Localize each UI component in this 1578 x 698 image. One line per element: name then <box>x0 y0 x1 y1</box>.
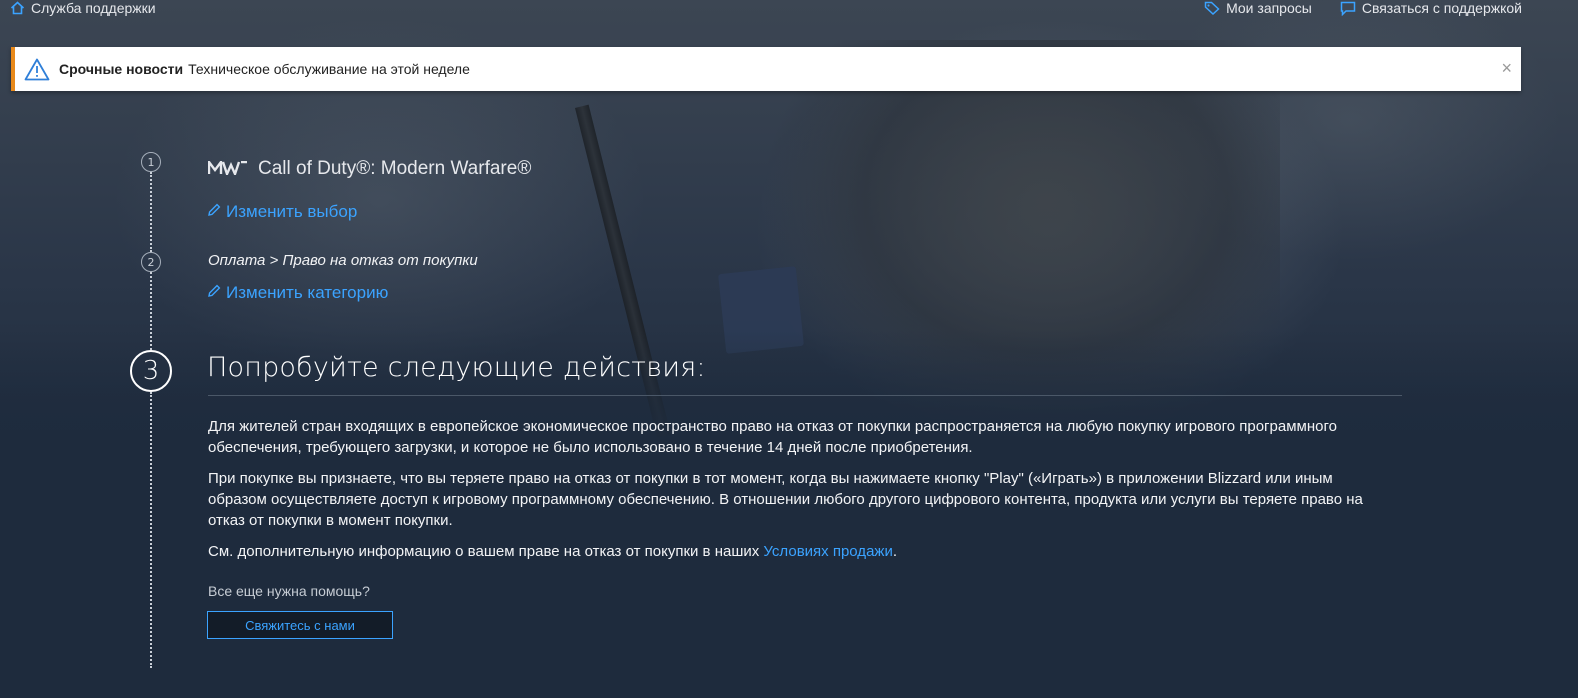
article-paragraph-2: При покупке вы признаете, что вы теряете… <box>208 470 1363 529</box>
game-title: Call of Duty®: Modern Warfare® <box>258 158 532 179</box>
paragraph-3-prefix: См. дополнительную информацию о вашем пр… <box>208 543 764 560</box>
change-selection-label: Изменить выбор <box>226 202 358 221</box>
step-1-number: 1 <box>141 152 161 172</box>
chat-icon <box>1340 1 1356 16</box>
pencil-icon <box>207 283 221 303</box>
category-breadcrumb: Оплата > Право на отказ от покупки <box>208 252 478 269</box>
selected-game: Call of Duty®: Modern Warfare® <box>207 157 532 180</box>
alert-message: Техническое обслуживание на этой неделе <box>188 61 470 77</box>
change-selection-link[interactable]: Изменить выбор <box>207 202 357 222</box>
game-logo <box>207 157 248 179</box>
terms-of-sale-link[interactable]: Условиях продажи <box>763 543 892 560</box>
alert-title: Срочные новости <box>59 61 184 77</box>
my-requests-link[interactable]: Мои запросы <box>1204 0 1312 16</box>
change-category-link[interactable]: Изменить категорию <box>207 283 388 303</box>
article-paragraph-1: Для жителей стран входящих в европейское… <box>208 418 1337 456</box>
support-home-link[interactable]: Служба поддержки <box>10 0 156 16</box>
step-3-heading: Попробуйте следующие действия: <box>207 352 706 383</box>
step-connector-2-3 <box>150 272 152 350</box>
change-category-label: Изменить категорию <box>226 283 389 302</box>
heading-divider <box>208 395 1402 396</box>
step-2-number: 2 <box>141 252 161 272</box>
step-connector-1-2 <box>150 172 152 252</box>
support-home-label: Служба поддержки <box>31 0 156 16</box>
step-3-number: 3 <box>130 350 172 392</box>
my-requests-label: Мои запросы <box>1226 0 1312 16</box>
contact-support-link[interactable]: Связаться с поддержкой <box>1340 0 1522 16</box>
urgent-news-banner: Срочные новости Техническое обслуживание… <box>11 47 1521 91</box>
paragraph-3-suffix: . <box>892 543 897 560</box>
pencil-icon <box>207 202 221 222</box>
top-nav: Служба поддержки Мои запросы Связаться с… <box>0 0 1578 18</box>
still-need-help-text: Все еще нужна помощь? <box>208 583 370 599</box>
contact-us-button[interactable]: Свяжитесь с нами <box>207 611 393 639</box>
article-paragraph-3: См. дополнительную информацию о вашем пр… <box>208 541 1378 562</box>
warning-icon <box>24 58 50 81</box>
article-content: Для жителей стран входящих в европейское… <box>208 416 1378 572</box>
step-connector-3-end <box>150 392 152 668</box>
tag-icon <box>1204 1 1220 15</box>
close-icon[interactable]: × <box>1501 59 1512 77</box>
contact-support-label: Связаться с поддержкой <box>1361 0 1522 16</box>
home-icon <box>10 1 25 15</box>
